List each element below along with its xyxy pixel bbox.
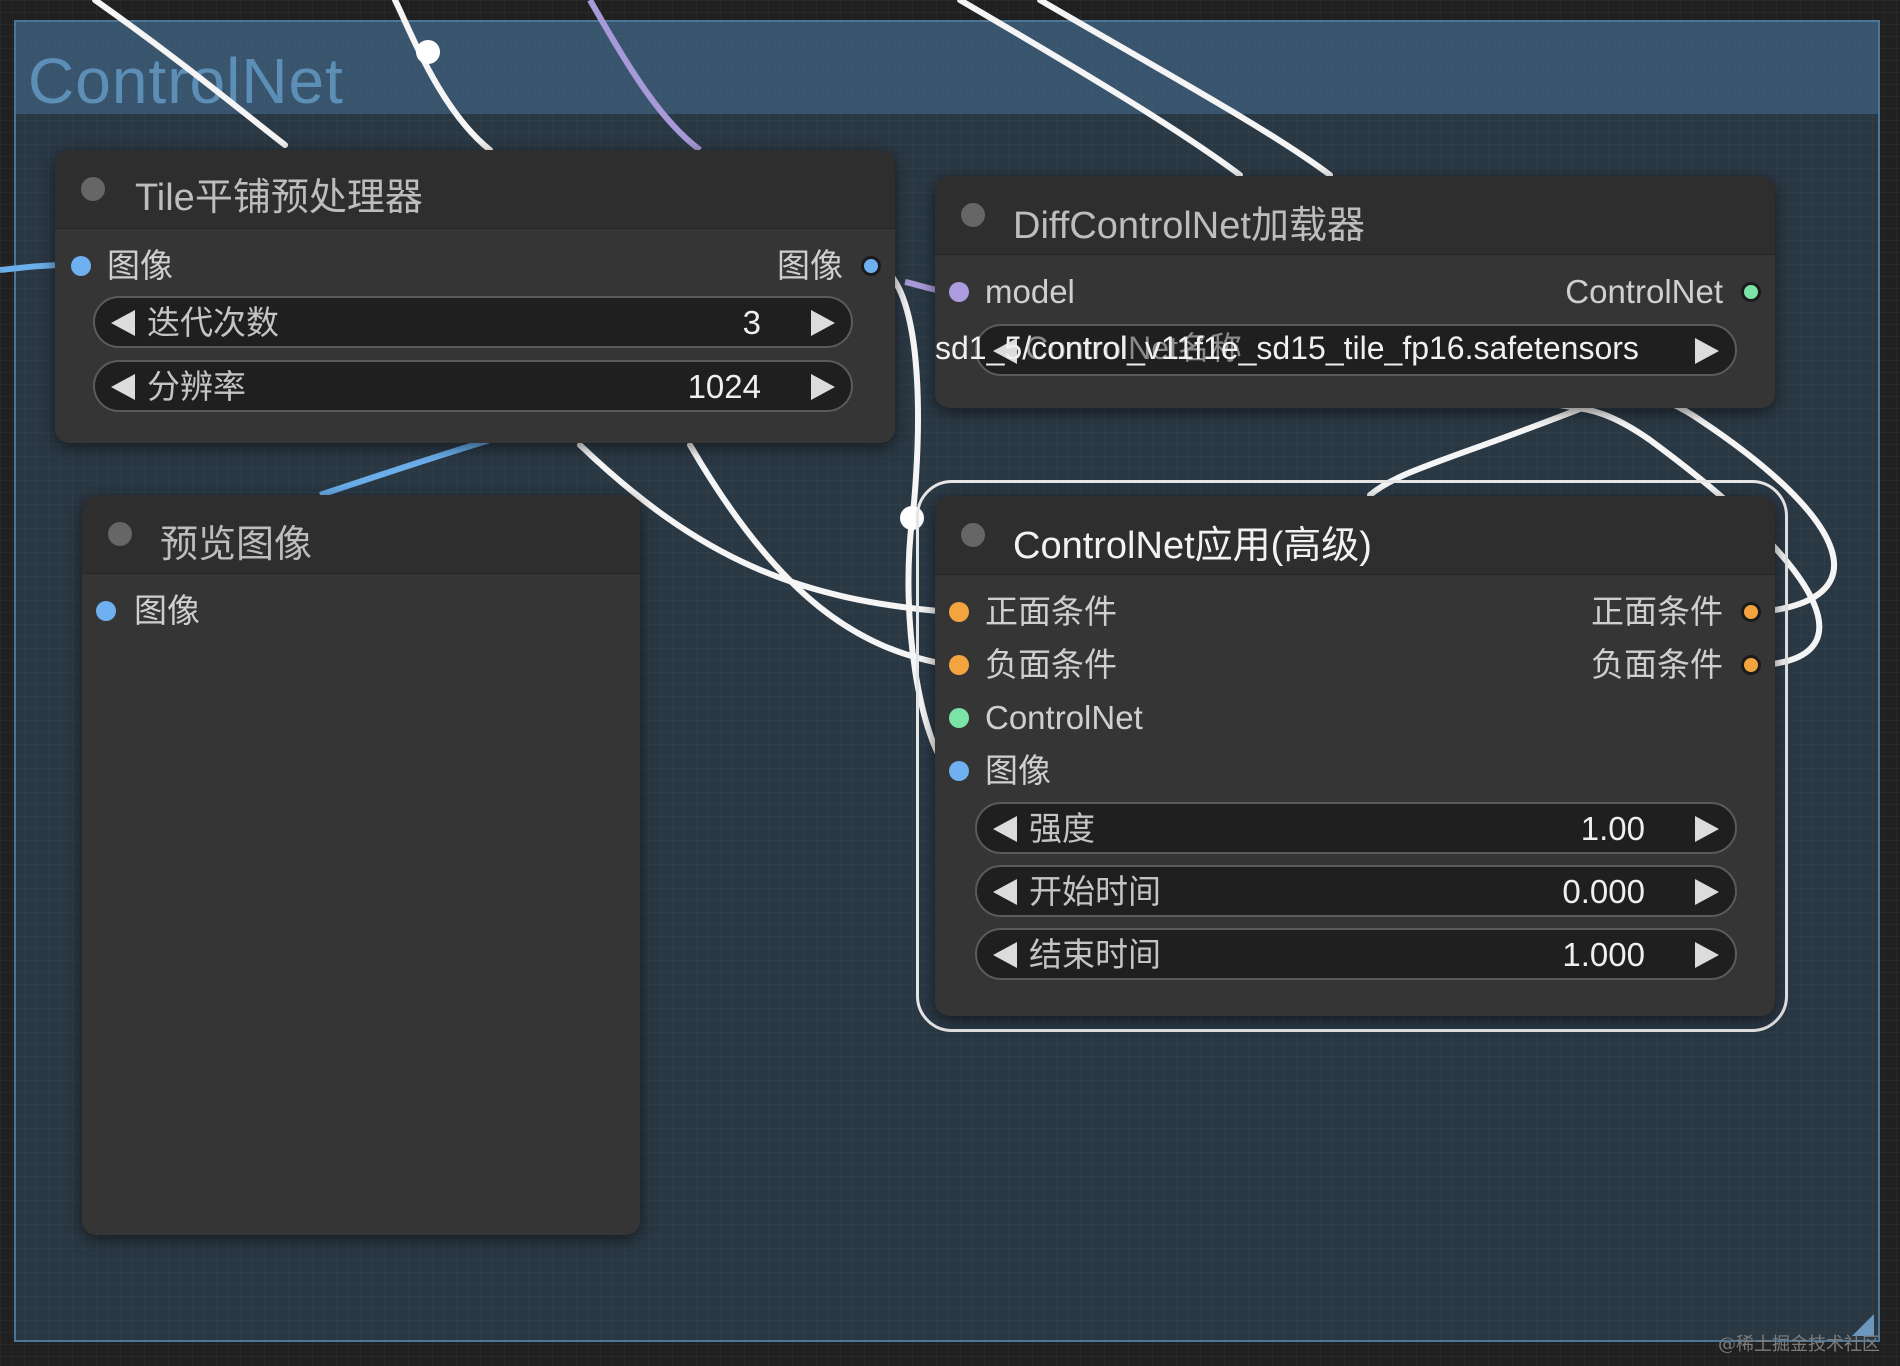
resolution-widget[interactable]: 分辨率 1024 bbox=[93, 360, 853, 412]
node-title: ControlNet应用(高级) bbox=[1013, 525, 1372, 567]
input-controlnet-label: ControlNet bbox=[985, 699, 1143, 736]
output-positive-port[interactable] bbox=[1741, 602, 1761, 622]
decrement-arrow-icon[interactable] bbox=[111, 310, 135, 336]
widget-label: 分辨率 bbox=[147, 368, 246, 405]
start-percent-widget[interactable]: 开始时间 0.000 bbox=[975, 865, 1737, 917]
node-title: Tile平铺预处理器 bbox=[135, 177, 423, 219]
watermark: @稀土掘金技术社区 bbox=[1718, 1334, 1880, 1355]
widget-value: 1.00 bbox=[1580, 810, 1645, 847]
controlnet-apply-advanced-node[interactable]: ControlNet应用(高级) 正面条件 负面条件 ControlNet 图像… bbox=[935, 496, 1775, 1016]
widget-label: 强度 bbox=[1029, 810, 1095, 847]
tile-preprocessor-node[interactable]: Tile平铺预处理器 图像 图像 迭代次数 3 分辨率 1024 bbox=[55, 150, 895, 443]
increment-arrow-icon[interactable] bbox=[811, 374, 835, 400]
collapse-dot-icon[interactable] bbox=[108, 522, 132, 546]
diffcontrolnet-loader-node[interactable]: DiffControlNet加载器 model ControlNet Contr… bbox=[935, 176, 1775, 408]
output-image-label: 图像 bbox=[777, 247, 843, 284]
widget-label: 结束时间 bbox=[1029, 936, 1161, 973]
input-controlnet-port[interactable] bbox=[949, 708, 969, 728]
widget-value: 0.000 bbox=[1562, 873, 1645, 910]
wire-top-4 bbox=[1037, 0, 1333, 178]
input-positive-label: 正面条件 bbox=[985, 593, 1117, 630]
input-negative-port[interactable] bbox=[949, 655, 969, 675]
iterations-widget[interactable]: 迭代次数 3 bbox=[93, 296, 853, 348]
next-option-arrow-icon[interactable] bbox=[1695, 338, 1719, 364]
widget-value: 1024 bbox=[687, 368, 761, 405]
input-model-port[interactable] bbox=[949, 282, 969, 302]
output-positive-label: 正面条件 bbox=[1591, 593, 1723, 630]
decrement-arrow-icon[interactable] bbox=[993, 942, 1017, 968]
collapse-dot-icon[interactable] bbox=[961, 203, 985, 227]
node-title: 预览图像 bbox=[160, 524, 313, 566]
decrement-arrow-icon[interactable] bbox=[993, 816, 1017, 842]
output-image-port[interactable] bbox=[861, 256, 881, 276]
output-negative-port[interactable] bbox=[1741, 655, 1761, 675]
node-title-bar[interactable]: Tile平铺预处理器 bbox=[55, 150, 895, 229]
output-controlnet-port[interactable] bbox=[1741, 282, 1761, 302]
preview-image-node[interactable]: 预览图像 图像 bbox=[82, 495, 640, 1235]
input-positive-port[interactable] bbox=[949, 602, 969, 622]
widget-value: 1.000 bbox=[1562, 936, 1645, 973]
output-negative-label: 负面条件 bbox=[1591, 646, 1723, 683]
widget-label: 迭代次数 bbox=[147, 304, 279, 341]
wire-top-2 bbox=[392, 0, 493, 153]
decrement-arrow-icon[interactable] bbox=[111, 374, 135, 400]
widget-label: 开始时间 bbox=[1029, 873, 1161, 910]
widget-value: 3 bbox=[742, 304, 761, 341]
input-model-label: model bbox=[985, 273, 1075, 310]
input-image-port[interactable] bbox=[949, 761, 969, 781]
wire-model-purple bbox=[587, 0, 702, 153]
input-image-label: 图像 bbox=[985, 752, 1051, 789]
input-negative-label: 负面条件 bbox=[985, 646, 1117, 683]
node-title-bar[interactable]: DiffControlNet加载器 bbox=[935, 176, 1775, 255]
wire-preview-blue bbox=[319, 437, 491, 498]
wire-top-3 bbox=[957, 0, 1243, 178]
wire-top-1 bbox=[92, 0, 288, 148]
input-image-port[interactable] bbox=[71, 256, 91, 276]
end-percent-widget[interactable]: 结束时间 1.000 bbox=[975, 928, 1737, 980]
collapse-dot-icon[interactable] bbox=[81, 177, 105, 201]
node-title-bar[interactable]: ControlNet应用(高级) bbox=[935, 496, 1775, 575]
increment-arrow-icon[interactable] bbox=[1695, 816, 1719, 842]
input-image-port[interactable] bbox=[96, 601, 116, 621]
combo-value: sd1_5/control_v11f1e_sd15_tile_fp16.safe… bbox=[935, 330, 1639, 366]
increment-arrow-icon[interactable] bbox=[1695, 879, 1719, 905]
node-title: DiffControlNet加载器 bbox=[1013, 205, 1365, 247]
collapse-dot-icon[interactable] bbox=[961, 523, 985, 547]
increment-arrow-icon[interactable] bbox=[1695, 942, 1719, 968]
strength-widget[interactable]: 强度 1.00 bbox=[975, 802, 1737, 854]
output-controlnet-label: ControlNet bbox=[1565, 273, 1723, 310]
input-image-label: 图像 bbox=[107, 247, 173, 284]
reroute-point bbox=[416, 40, 440, 64]
input-image-label: 图像 bbox=[134, 592, 200, 629]
increment-arrow-icon[interactable] bbox=[811, 310, 835, 336]
decrement-arrow-icon[interactable] bbox=[993, 879, 1017, 905]
node-title-bar[interactable]: 预览图像 bbox=[82, 495, 640, 574]
